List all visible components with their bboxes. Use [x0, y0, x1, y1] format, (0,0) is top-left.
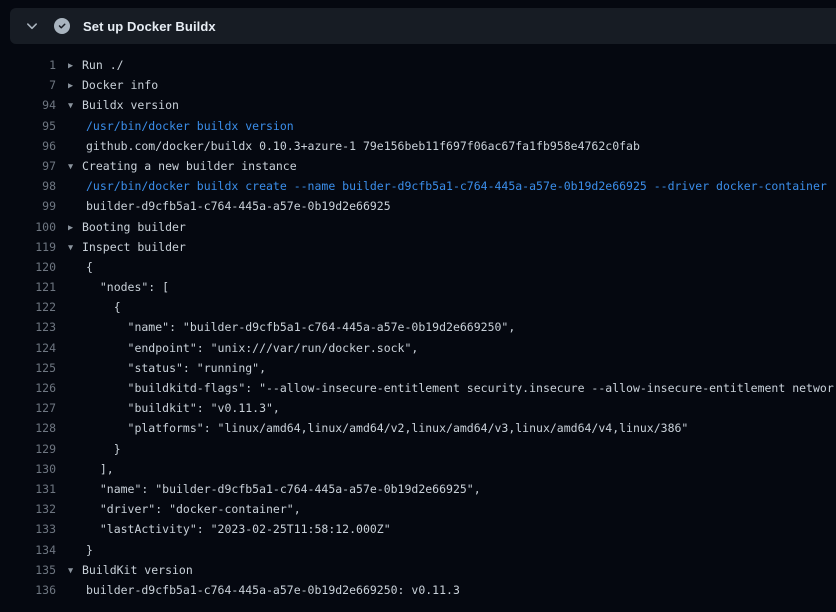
log-text: "platforms": "linux/amd64,linux/amd64/v2… — [68, 421, 688, 435]
line-number[interactable]: 96 — [0, 136, 56, 156]
log-line-row: 99 builder-d9cfb5a1-c764-445a-a57e-0b19d2… — [0, 196, 836, 216]
log-group-row[interactable]: 1 ▶Run ./ — [0, 55, 836, 75]
line-number[interactable]: 7 — [0, 75, 56, 95]
log-text: } — [68, 543, 93, 557]
line-number[interactable]: 129 — [0, 439, 56, 459]
triangle-right-icon[interactable]: ▶ — [68, 218, 82, 237]
log-group-row[interactable]: 135 ▼BuildKit version — [0, 560, 836, 580]
log-line-row: 127 "buildkit": "v0.11.3", — [0, 398, 836, 418]
group-title: Docker info — [82, 78, 158, 92]
log-line-row: 130 ], — [0, 459, 836, 479]
line-number[interactable]: 127 — [0, 398, 56, 418]
step-header[interactable]: Set up Docker Buildx — [10, 8, 836, 44]
line-number[interactable]: 98 — [0, 176, 56, 196]
line-number[interactable]: 128 — [0, 418, 56, 438]
check-circle-icon — [54, 18, 70, 34]
log-line-row: 121 "nodes": [ — [0, 277, 836, 297]
group-title: Inspect builder — [82, 240, 186, 254]
log-line-row: 131 "name": "builder-d9cfb5a1-c764-445a-… — [0, 479, 836, 499]
triangle-down-icon[interactable]: ▼ — [68, 157, 82, 176]
line-number[interactable]: 122 — [0, 297, 56, 317]
line-number[interactable]: 135 — [0, 560, 56, 580]
log-lines: 1▶Run ./7▶Docker info94▼Buildx version95… — [0, 55, 836, 600]
line-number[interactable]: 132 — [0, 499, 56, 519]
log-line-row: 128 "platforms": "linux/amd64,linux/amd6… — [0, 418, 836, 438]
log-line-row: 96 github.com/docker/buildx 0.10.3+azure-… — [0, 136, 836, 156]
log-text: ], — [68, 462, 114, 476]
line-number[interactable]: 123 — [0, 317, 56, 337]
line-number[interactable]: 133 — [0, 519, 56, 539]
line-number[interactable]: 121 — [0, 277, 56, 297]
line-number[interactable]: 120 — [0, 257, 56, 277]
triangle-right-icon[interactable]: ▶ — [68, 56, 82, 75]
log-line-row: 125 "status": "running", — [0, 358, 836, 378]
log-group-row[interactable]: 94 ▼Buildx version — [0, 95, 836, 115]
line-number[interactable]: 131 — [0, 479, 56, 499]
line-number[interactable]: 1 — [0, 55, 56, 75]
chevron-down-icon[interactable] — [24, 18, 40, 34]
log-line-row: 122 { — [0, 297, 836, 317]
line-number[interactable]: 119 — [0, 237, 56, 257]
triangle-down-icon[interactable]: ▼ — [68, 96, 82, 115]
log-container: 1▶Run ./7▶Docker info94▼Buildx version95… — [0, 44, 836, 600]
log-text: builder-d9cfb5a1-c764-445a-a57e-0b19d2e6… — [68, 199, 391, 213]
log-text: "buildkitd-flags": "--allow-insecure-ent… — [68, 381, 834, 395]
group-title: Run ./ — [82, 58, 124, 72]
log-command-text: /usr/bin/docker buildx create --name bui… — [68, 179, 827, 193]
log-text: "name": "builder-d9cfb5a1-c764-445a-a57e… — [68, 482, 481, 496]
step-title: Set up Docker Buildx — [83, 19, 216, 34]
log-group-row[interactable]: 97 ▼Creating a new builder instance — [0, 156, 836, 176]
log-text: { — [68, 260, 93, 274]
group-title: Creating a new builder instance — [82, 159, 297, 173]
triangle-down-icon[interactable]: ▼ — [68, 238, 82, 257]
line-number[interactable]: 97 — [0, 156, 56, 176]
log-text: { — [68, 300, 121, 314]
line-number[interactable]: 124 — [0, 338, 56, 358]
log-line-row: 133 "lastActivity": "2023-02-25T11:58:12… — [0, 519, 836, 539]
log-group-row[interactable]: 7 ▶Docker info — [0, 75, 836, 95]
log-line-row: 136 builder-d9cfb5a1-c764-445a-a57e-0b19d… — [0, 580, 836, 600]
line-number[interactable]: 126 — [0, 378, 56, 398]
log-line-row: 123 "name": "builder-d9cfb5a1-c764-445a-… — [0, 317, 836, 337]
line-number[interactable]: 136 — [0, 580, 56, 600]
actions-log-page: { "header": { "title": "Set up Docker Bu… — [0, 8, 836, 612]
log-command-text: /usr/bin/docker buildx version — [68, 119, 294, 133]
line-number[interactable]: 99 — [0, 196, 56, 216]
log-text: github.com/docker/buildx 0.10.3+azure-1 … — [68, 139, 640, 153]
log-line-row: 129 } — [0, 439, 836, 459]
log-line-row: 124 "endpoint": "unix:///var/run/docker.… — [0, 338, 836, 358]
log-text: "nodes": [ — [68, 280, 169, 294]
line-number[interactable]: 94 — [0, 95, 56, 115]
log-text: builder-d9cfb5a1-c764-445a-a57e-0b19d2e6… — [68, 583, 460, 597]
group-title: Buildx version — [82, 98, 179, 112]
group-title: Booting builder — [82, 220, 186, 234]
triangle-right-icon[interactable]: ▶ — [68, 76, 82, 95]
log-line-row: 120 { — [0, 257, 836, 277]
line-number[interactable]: 100 — [0, 217, 56, 237]
log-line-row: 134} — [0, 540, 836, 560]
log-text: } — [68, 442, 121, 456]
log-line-row: 98/usr/bin/docker buildx create --name b… — [0, 176, 836, 196]
log-text: "name": "builder-d9cfb5a1-c764-445a-a57e… — [68, 320, 515, 334]
log-line-row: 132 "driver": "docker-container", — [0, 499, 836, 519]
triangle-down-icon[interactable]: ▼ — [68, 561, 82, 580]
log-line-row: 126 "buildkitd-flags": "--allow-insecure… — [0, 378, 836, 398]
log-group-row[interactable]: 100 ▶Booting builder — [0, 217, 836, 237]
log-group-row[interactable]: 119 ▼Inspect builder — [0, 237, 836, 257]
line-number[interactable]: 130 — [0, 459, 56, 479]
log-text: "driver": "docker-container", — [68, 502, 301, 516]
line-number[interactable]: 125 — [0, 358, 56, 378]
log-line-row: 95/usr/bin/docker buildx version — [0, 116, 836, 136]
log-text: "lastActivity": "2023-02-25T11:58:12.000… — [68, 522, 391, 536]
line-number[interactable]: 134 — [0, 540, 56, 560]
log-text: "buildkit": "v0.11.3", — [68, 401, 280, 415]
group-title: BuildKit version — [82, 563, 193, 577]
log-text: "status": "running", — [68, 361, 266, 375]
line-number[interactable]: 95 — [0, 116, 56, 136]
log-text: "endpoint": "unix:///var/run/docker.sock… — [68, 341, 418, 355]
